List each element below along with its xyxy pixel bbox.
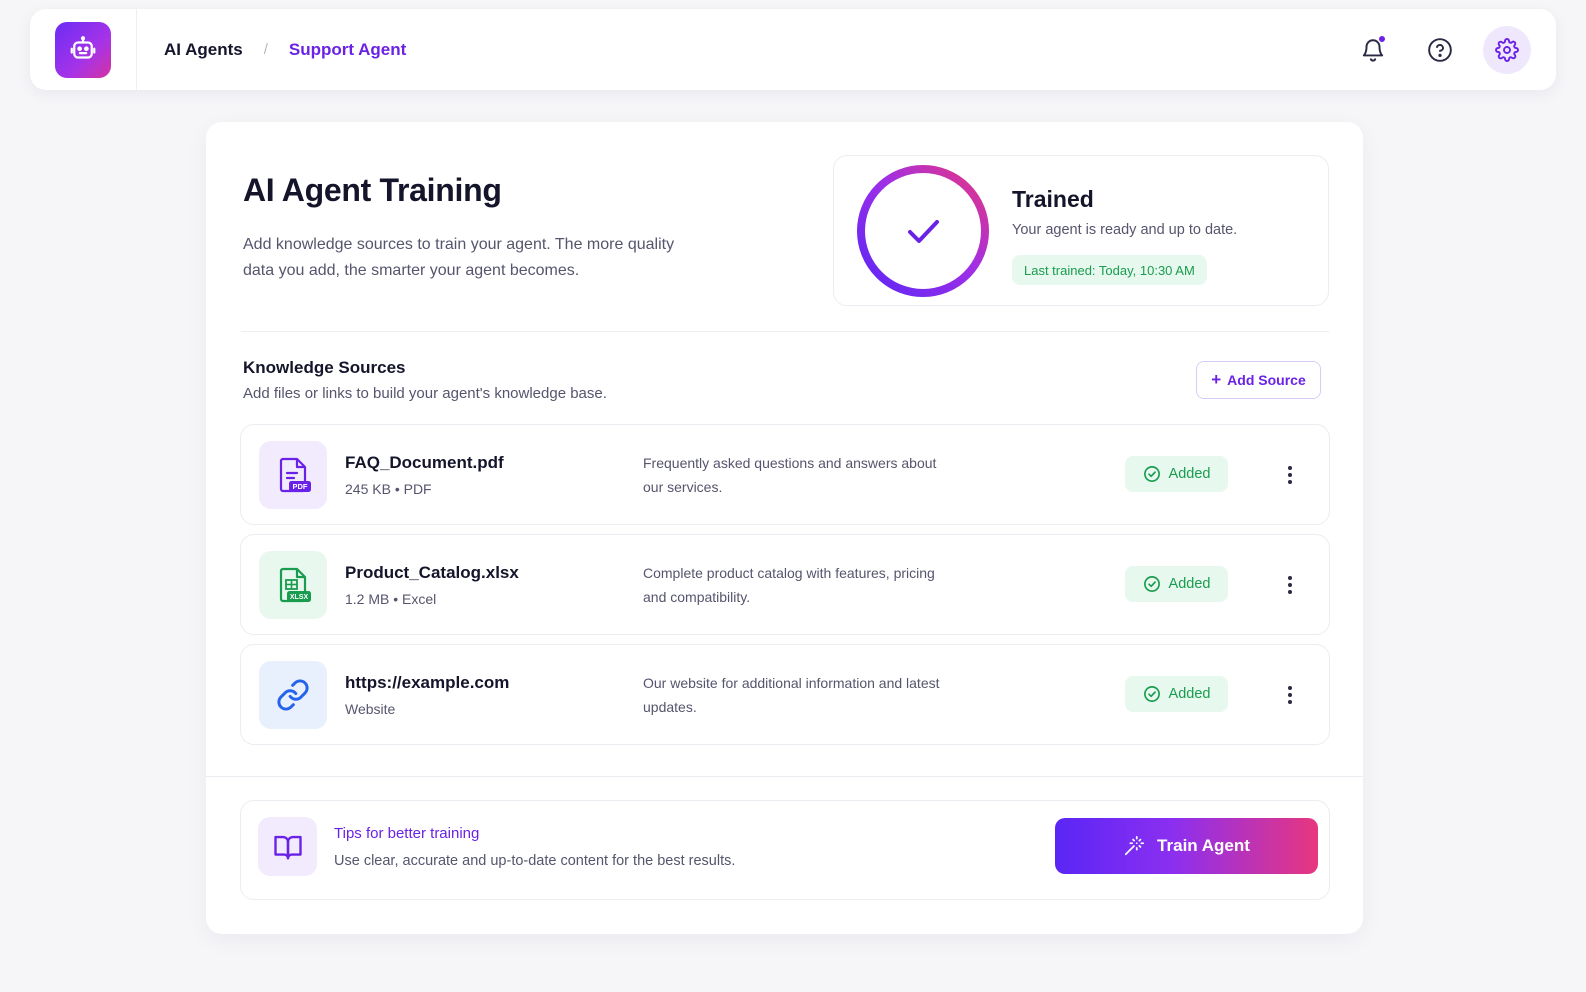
book-icon: [258, 817, 317, 876]
source-name: https://example.com: [345, 673, 510, 692]
source-meta: 245 KB • PDF: [345, 481, 432, 497]
app-logo[interactable]: [55, 21, 111, 78]
training-status-card: Trained Your agent is ready and up to da…: [833, 155, 1329, 306]
breadcrumb-root[interactable]: AI Agents: [164, 40, 243, 60]
status-title: Trained: [1012, 186, 1094, 212]
last-trained-badge: Last trained: Today, 10:30 AM: [1012, 255, 1207, 285]
help-button[interactable]: [1416, 26, 1464, 74]
status-badge: Added: [1125, 676, 1228, 712]
source-meta: 1.2 MB • Excel: [345, 591, 437, 607]
more-options-button[interactable]: [1277, 461, 1303, 489]
knowledge-sources-title: Knowledge Sources: [243, 358, 406, 377]
check-icon: [908, 220, 939, 243]
status-label: Added: [1168, 686, 1211, 702]
notifications-button[interactable]: [1349, 26, 1397, 74]
train-agent-button[interactable]: Train Agent: [1055, 818, 1318, 874]
more-options-button[interactable]: [1277, 681, 1303, 709]
train-agent-label: Train Agent: [1157, 836, 1250, 855]
link-icon: [259, 661, 327, 729]
breadcrumb-separator: /: [263, 41, 268, 58]
footer-divider: [206, 776, 1363, 777]
source-description: Frequently asked questions and answers a…: [643, 455, 937, 495]
status-badge: Added: [1125, 566, 1228, 602]
knowledge-sources-subtitle: Add files or links to build your agent's…: [243, 385, 607, 402]
source-row-website[interactable]: https://example.com Website Our website …: [240, 644, 1330, 745]
help-icon: [1428, 37, 1452, 62]
add-source-label: Add Source: [1227, 372, 1306, 388]
more-vertical-icon: [1288, 576, 1292, 594]
logo-container: [30, 9, 137, 90]
section-divider: [241, 331, 1329, 332]
breadcrumb: AI Agents / Support Agent: [164, 40, 406, 60]
source-description: Our website for additional information a…: [643, 675, 940, 715]
page-description: Add knowledge sources to train your agen…: [243, 236, 675, 279]
check-circle-icon: [1143, 466, 1160, 482]
tips-title[interactable]: Tips for better training: [334, 825, 479, 842]
status-description: Your agent is ready and up to date.: [1012, 222, 1238, 238]
source-row-faq-document[interactable]: PDF FAQ_Document.pdf 245 KB • PDF Freque…: [240, 424, 1330, 525]
robot-icon: [70, 35, 96, 59]
more-options-button[interactable]: [1277, 571, 1303, 599]
more-vertical-icon: [1288, 466, 1292, 484]
source-name: Product_Catalog.xlsx: [345, 563, 519, 582]
add-source-button[interactable]: + Add Source: [1196, 361, 1321, 399]
top-bar: AI Agents / Support Agent: [30, 9, 1556, 90]
check-circle-icon: [1143, 686, 1160, 702]
pdf-badge-label: PDF: [293, 482, 308, 491]
source-meta: Website: [345, 701, 396, 717]
plus-icon: +: [1211, 370, 1222, 389]
xlsx-file-icon: XLSX: [259, 551, 327, 619]
training-card: AI Agent Training Add knowledge sources …: [206, 122, 1363, 934]
training-progress-ring: [857, 165, 989, 297]
status-label: Added: [1168, 466, 1211, 482]
xlsx-badge-label: XLSX: [290, 594, 309, 601]
more-vertical-icon: [1288, 686, 1292, 704]
status-badge: Added: [1125, 456, 1228, 492]
tips-text: Use clear, accurate and up-to-date conte…: [334, 853, 736, 869]
tips-card: Tips for better training Use clear, accu…: [240, 800, 1330, 900]
settings-button[interactable]: [1483, 25, 1531, 74]
breadcrumb-current[interactable]: Support Agent: [289, 40, 406, 60]
source-name: FAQ_Document.pdf: [345, 453, 504, 472]
notification-dot: [1378, 34, 1386, 43]
gear-icon: [1495, 37, 1519, 62]
top-actions: [1330, 25, 1531, 74]
check-circle-icon: [1143, 576, 1160, 592]
pdf-file-icon: PDF: [259, 441, 327, 509]
page-title: AI Agent Training: [243, 172, 502, 208]
source-description: Complete product catalog with features, …: [643, 565, 935, 605]
magic-wand-icon: [1124, 835, 1145, 856]
status-label: Added: [1168, 576, 1211, 592]
source-row-product-catalog[interactable]: XLSX Product_Catalog.xlsx 1.2 MB • Excel…: [240, 534, 1330, 635]
